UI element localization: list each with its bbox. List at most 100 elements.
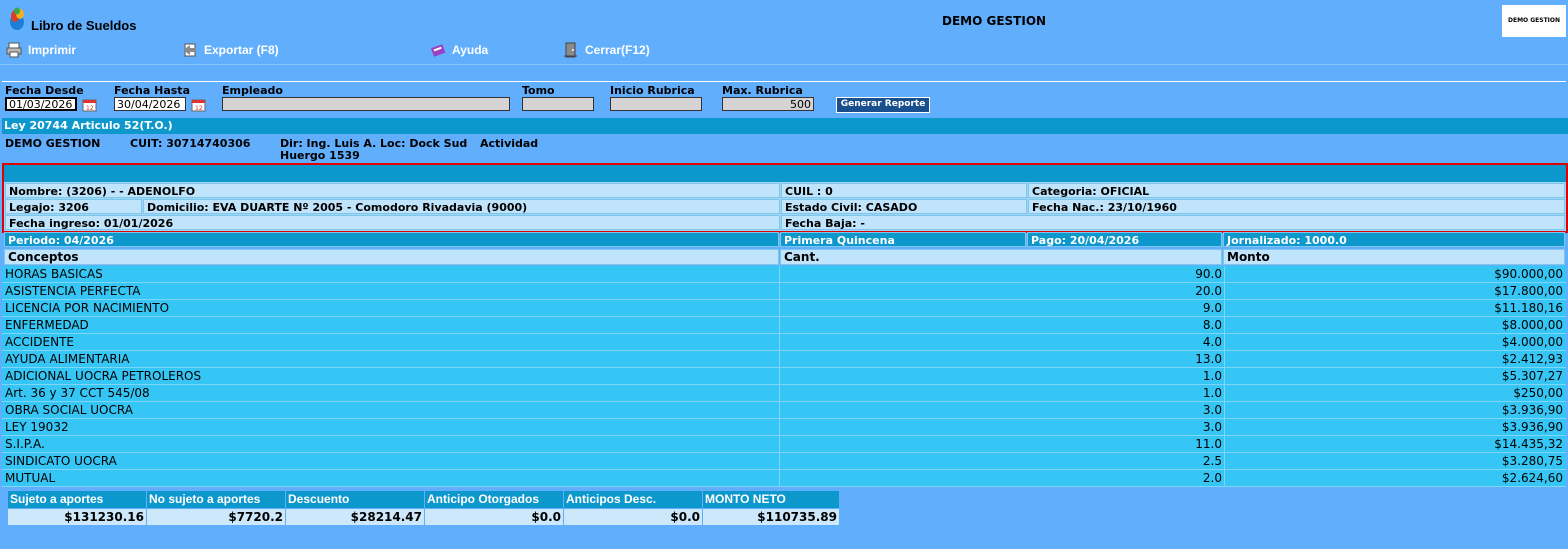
inicio-rubrica-input[interactable]	[610, 97, 702, 111]
company-address-line2: Huergo 1539	[280, 149, 360, 162]
concept-name: ADICIONAL UOCRA PETROLEROS	[2, 368, 780, 385]
concept-cant: 20.0	[780, 283, 1225, 300]
concept-monto: $2.412,93	[1225, 351, 1566, 368]
table-row: ASISTENCIA PERFECTA 20.0 $17.800,00	[2, 283, 1566, 300]
concept-monto: $3.280,75	[1225, 453, 1566, 470]
concept-cant: 1.0	[780, 368, 1225, 385]
total-value-sujeto: $131230.16	[8, 509, 146, 525]
column-header-conceptos: Conceptos	[4, 249, 779, 265]
employee-civil-status: Estado Civil: CASADO	[781, 199, 1027, 214]
concept-cant: 13.0	[780, 351, 1225, 368]
close-button[interactable]: Cerrar(F12)	[563, 42, 650, 58]
table-row: AYUDA ALIMENTARIA 13.0 $2.412,93	[2, 351, 1566, 368]
employee-name: Nombre: (3206) - - ADENOLFO	[5, 183, 780, 198]
concept-monto: $11.180,16	[1225, 300, 1566, 317]
concept-cant: 9.0	[780, 300, 1225, 317]
calendar-icon[interactable]: 12	[81, 97, 99, 113]
company-activity: Actividad	[480, 137, 539, 150]
help-label: Ayuda	[452, 43, 489, 57]
tomo-label: Tomo	[522, 84, 555, 97]
fecha-desde-input[interactable]	[5, 97, 77, 111]
employee-cuil: CUIL : 0	[781, 183, 1027, 198]
law-header: Ley 20744 Articulo 52(T.O.)	[2, 118, 1568, 134]
table-row: ADICIONAL UOCRA PETROLEROS 1.0 $5.307,27	[2, 368, 1566, 385]
help-button[interactable]: Ayuda	[430, 42, 488, 58]
concept-name: SINDICATO UOCRA	[2, 453, 780, 470]
tomo-input[interactable]	[522, 97, 594, 111]
total-header-descuento: Descuento	[286, 491, 424, 508]
employee-legajo: Legajo: 3206	[5, 199, 142, 214]
svg-text:12: 12	[195, 105, 203, 112]
help-icon	[430, 44, 446, 57]
company-locality: Loc: Dock Sud	[380, 137, 468, 150]
concept-monto: $90.000,00	[1225, 266, 1566, 283]
company-name: DEMO GESTION	[5, 137, 101, 150]
company-title: DEMO GESTION	[942, 14, 1047, 28]
concept-name: ENFERMEDAD	[2, 317, 780, 334]
concept-monto: $250,00	[1225, 385, 1566, 402]
concept-monto: $8.000,00	[1225, 317, 1566, 334]
export-button[interactable]: Exportar (F8)	[182, 42, 279, 58]
generate-report-button[interactable]: Generar Reporte	[836, 97, 930, 113]
table-row: MUTUAL 2.0 $2.624,60	[2, 470, 1566, 487]
total-value-no-sujeto: $7720.2	[147, 509, 285, 525]
calendar-icon[interactable]: 12	[190, 97, 208, 113]
export-label: Exportar (F8)	[204, 43, 279, 57]
concept-cant: 3.0	[780, 419, 1225, 436]
employee-end-date: Fecha Baja: -	[781, 215, 1565, 230]
concept-cant: 8.0	[780, 317, 1225, 334]
employee-category: Categoria: OFICIAL	[1028, 183, 1565, 198]
total-header-no-sujeto: No sujeto a aportes	[147, 491, 285, 508]
max-rubrica-input[interactable]	[722, 97, 814, 111]
concept-cant: 2.5	[780, 453, 1225, 470]
concept-name: S.I.P.A.	[2, 436, 780, 453]
table-row: OBRA SOCIAL UOCRA 3.0 $3.936,90	[2, 402, 1566, 419]
printer-icon	[6, 42, 22, 58]
concept-cant: 90.0	[780, 266, 1225, 283]
concept-name: LEY 19032	[2, 419, 780, 436]
concept-name: MUTUAL	[2, 470, 780, 487]
total-value-anticipo-otorgados: $0.0	[425, 509, 563, 525]
table-row: HORAS BASICAS 90.0 $90.000,00	[2, 266, 1566, 283]
employee-header-bar	[4, 165, 1566, 182]
fecha-hasta-input[interactable]	[114, 97, 186, 111]
filter-panel: Fecha Desde 12 Fecha Hasta 12 Empleado T…	[2, 81, 1566, 119]
concept-cant: 2.0	[780, 470, 1225, 487]
total-value-monto-neto: $110735.89	[703, 509, 839, 525]
employee-birth-date: Fecha Nac.: 23/10/1960	[1028, 199, 1565, 214]
door-icon	[564, 42, 577, 58]
toolbar: Imprimir Exportar (F8) Ayuda Cerrar(F12)	[0, 39, 1568, 63]
concept-name: OBRA SOCIAL UOCRA	[2, 402, 780, 419]
empleado-input[interactable]	[222, 97, 510, 111]
max-rubrica-label: Max. Rubrica	[722, 84, 803, 97]
payment-date: Pago: 20/04/2026	[1027, 232, 1222, 247]
fecha-desde-label: Fecha Desde	[5, 84, 84, 97]
concept-cant: 4.0	[780, 334, 1225, 351]
employee-address: Domicilio: EVA DUARTE Nº 2005 - Comodoro…	[143, 199, 780, 214]
table-row: ENFERMEDAD 8.0 $8.000,00	[2, 317, 1566, 334]
period-label: Periodo: 04/2026	[4, 232, 779, 247]
export-icon	[183, 43, 196, 57]
empleado-label: Empleado	[222, 84, 283, 97]
svg-text:12: 12	[86, 105, 94, 112]
fortnight-label: Primera Quincena	[780, 232, 1026, 247]
app-icon	[10, 7, 24, 30]
column-header-cant: Cant.	[780, 249, 1222, 265]
print-button[interactable]: Imprimir	[6, 42, 76, 58]
total-value-descuento: $28214.47	[286, 509, 424, 525]
inicio-rubrica-label: Inicio Rubrica	[610, 84, 695, 97]
table-row: Art. 36 y 37 CCT 545/08 1.0 $250,00	[2, 385, 1566, 402]
company-cuit: CUIT: 30714740306	[130, 137, 251, 150]
concept-cant: 3.0	[780, 402, 1225, 419]
table-row: SINDICATO UOCRA 2.5 $3.280,75	[2, 453, 1566, 470]
app-title: Libro de Sueldos	[31, 18, 137, 33]
employee-start-date: Fecha ingreso: 01/01/2026	[5, 215, 780, 230]
concept-monto: $3.936,90	[1225, 402, 1566, 419]
close-label: Cerrar(F12)	[585, 43, 650, 57]
table-row: LICENCIA POR NACIMIENTO 9.0 $11.180,16	[2, 300, 1566, 317]
table-row: LEY 19032 3.0 $3.936,90	[2, 419, 1566, 436]
concept-name: Art. 36 y 37 CCT 545/08	[2, 385, 780, 402]
concept-monto: $14.435,32	[1225, 436, 1566, 453]
column-header-monto: Monto	[1223, 249, 1565, 265]
concept-name: LICENCIA POR NACIMIENTO	[2, 300, 780, 317]
